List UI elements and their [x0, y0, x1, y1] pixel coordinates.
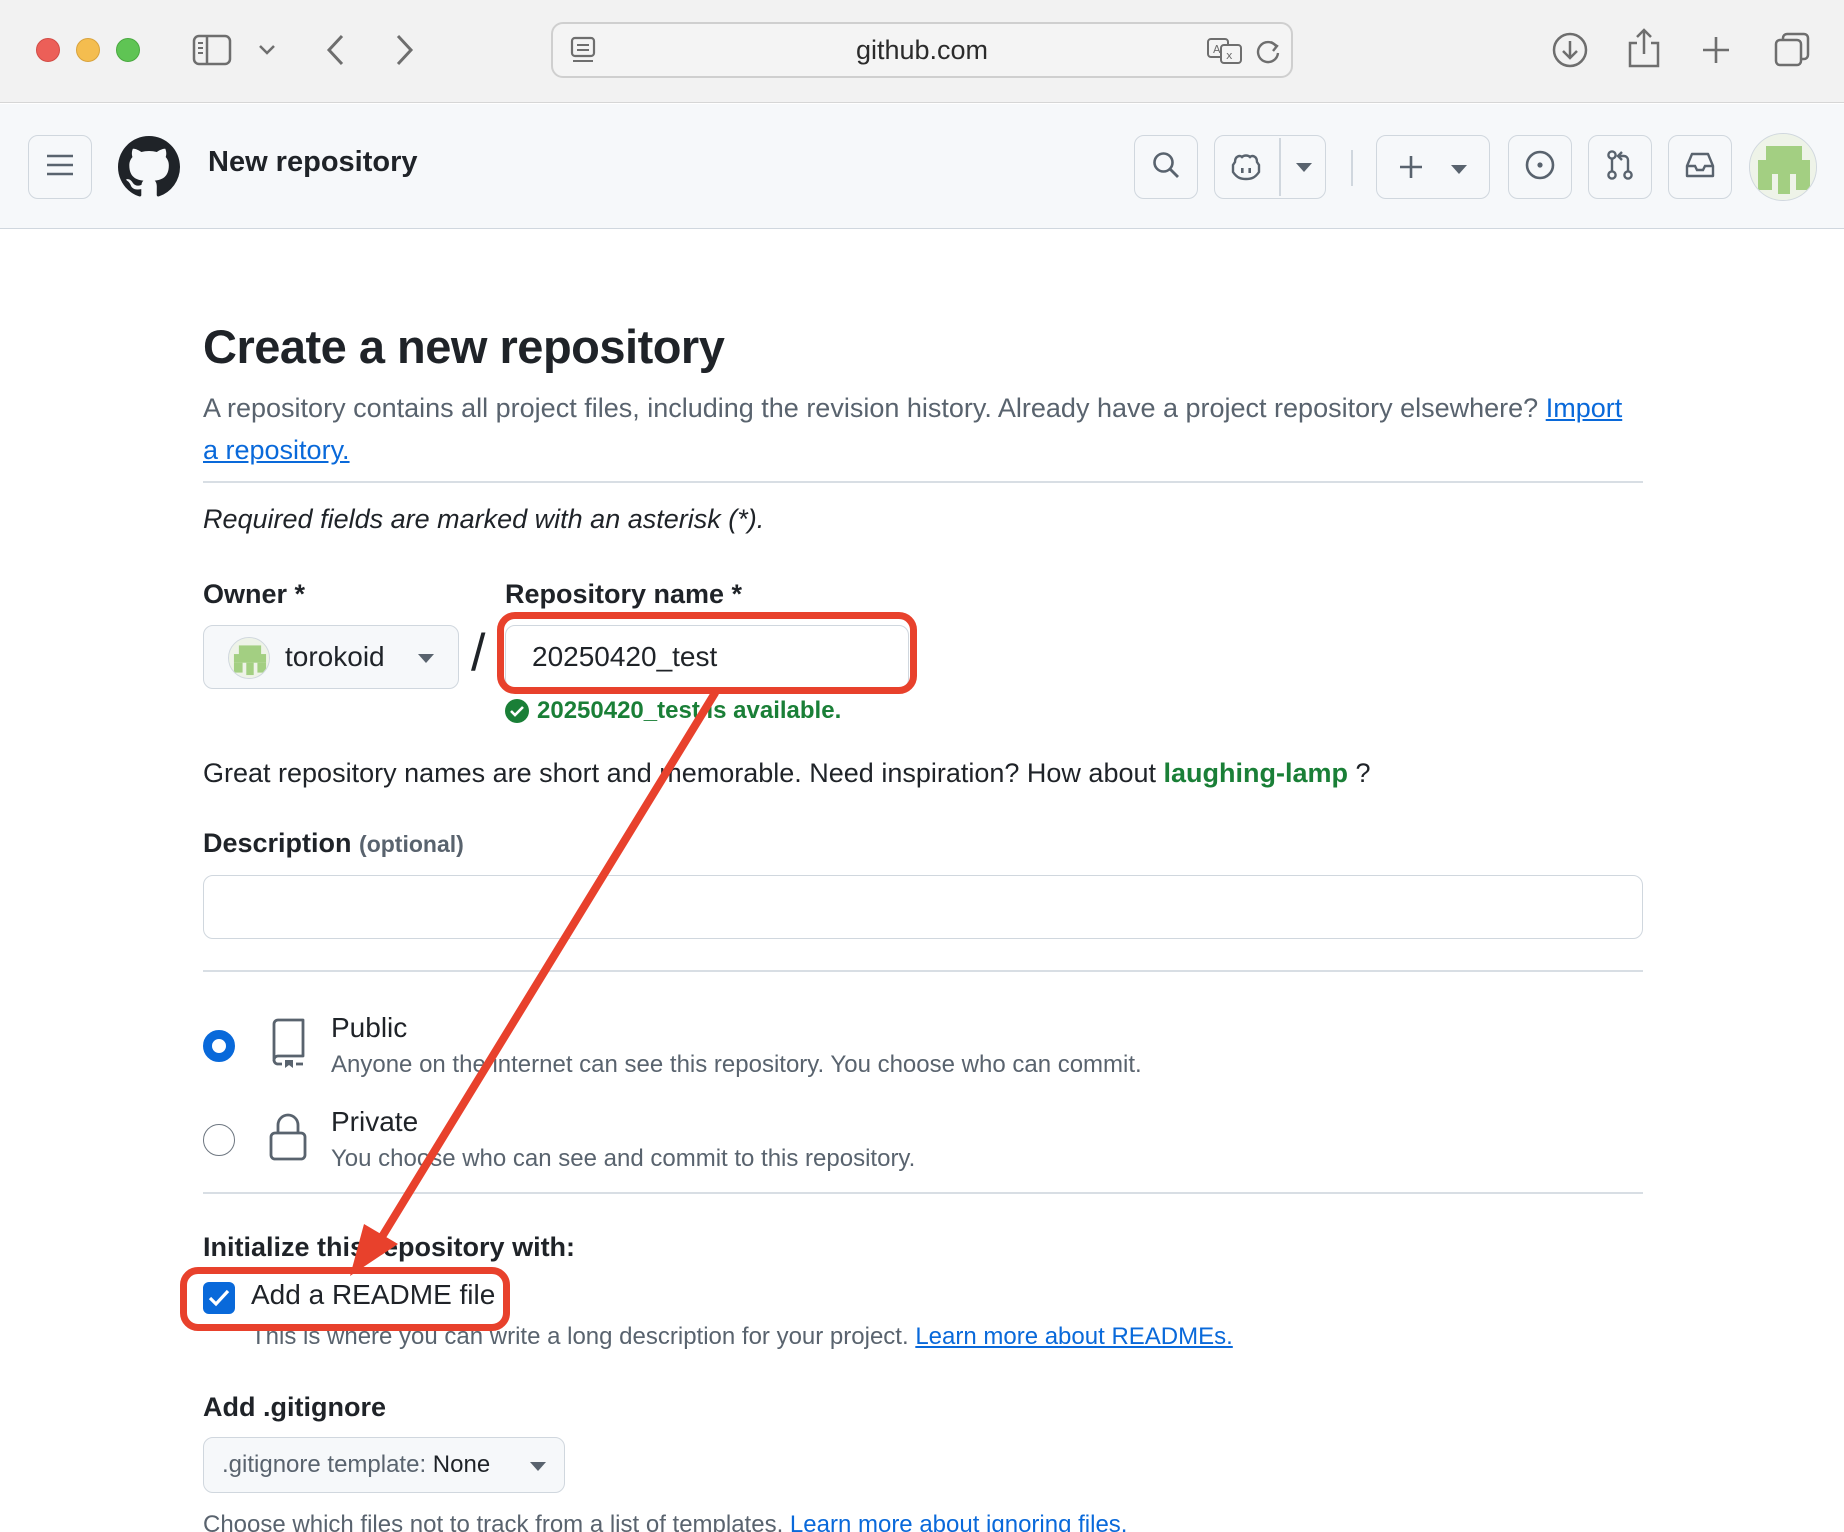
inspiration-end: ?	[1355, 758, 1371, 788]
initialize-label: Initialize this repository with:	[203, 1232, 576, 1262]
annotation-highlight-repo-name	[497, 612, 917, 694]
downloads-icon[interactable]	[1548, 28, 1592, 72]
header-divider	[1351, 150, 1353, 186]
svg-text:x: x	[1226, 49, 1233, 62]
reload-icon[interactable]	[1251, 34, 1285, 68]
close-window-button[interactable]	[36, 38, 60, 62]
issues-button[interactable]	[1508, 135, 1572, 199]
learn-ignoring-files-link[interactable]: Learn more about ignoring files.	[790, 1511, 1128, 1532]
address-bar[interactable]: github.com Ax	[551, 22, 1293, 78]
share-icon[interactable]	[1622, 24, 1666, 72]
owner-dropdown[interactable]: torokoid	[203, 625, 459, 689]
gitignore-template-dropdown[interactable]: .gitignore template: None	[203, 1437, 565, 1493]
inspiration-text: Great repository names are short and mem…	[203, 758, 1156, 788]
forward-arrow-icon[interactable]	[390, 30, 420, 70]
owner-avatar	[228, 637, 270, 679]
gitignore-prefix: .gitignore template:	[222, 1451, 427, 1478]
inbox-button[interactable]	[1668, 135, 1732, 199]
menu-button[interactable]	[28, 135, 92, 199]
lead-text: A repository contains all project files,…	[203, 393, 1539, 423]
public-title: Public	[331, 1012, 408, 1043]
description-input[interactable]	[203, 875, 1643, 939]
gitignore-description: Choose which files not to track from a l…	[203, 1511, 1127, 1532]
new-tab-icon[interactable]	[1696, 30, 1736, 70]
required-fields-note: Required fields are marked with an aster…	[203, 504, 765, 534]
description-label: Description (optional)	[203, 828, 464, 859]
browser-toolbar: github.com Ax	[0, 0, 1844, 103]
visibility-public-radio[interactable]	[203, 1030, 235, 1062]
plus-icon	[1397, 153, 1425, 186]
copilot-icon	[1229, 152, 1263, 187]
section-divider	[203, 481, 1643, 483]
private-title: Private	[331, 1106, 419, 1137]
availability-message: 20250420_test is available.	[505, 697, 841, 725]
section-divider	[203, 1192, 1643, 1194]
owner-label: Owner *	[203, 579, 306, 609]
issue-opened-icon	[1524, 149, 1556, 186]
repository-name-label: Repository name *	[505, 579, 743, 609]
svg-text:A: A	[1213, 43, 1221, 56]
gitignore-value: None	[432, 1451, 491, 1478]
repo-icon	[268, 1018, 308, 1075]
page-context-title: New repository	[208, 146, 418, 178]
name-inspiration: Great repository names are short and mem…	[203, 758, 1371, 789]
owner-name: torokoid	[285, 641, 385, 672]
inbox-icon	[1683, 150, 1717, 185]
back-arrow-icon[interactable]	[320, 30, 350, 70]
url-text[interactable]: github.com	[553, 24, 1291, 76]
github-header: New repository	[0, 104, 1844, 229]
copilot-split-divider	[1279, 138, 1281, 196]
gitignore-label: Add .gitignore	[203, 1392, 386, 1422]
lead-paragraph: A repository contains all project files,…	[203, 387, 1643, 471]
tab-overview-icon[interactable]	[1770, 28, 1814, 72]
gitignore-description-text: Choose which files not to track from a l…	[203, 1511, 784, 1532]
caret-down-icon	[1451, 165, 1467, 174]
description-label-text: Description	[203, 828, 352, 858]
owner-repo-separator: /	[471, 624, 486, 682]
copilot-dropdown-caret-icon[interactable]	[1296, 163, 1312, 172]
zoom-window-button[interactable]	[116, 38, 140, 62]
availability-text: 20250420_test is available.	[537, 697, 842, 724]
caret-down-icon	[530, 1462, 546, 1471]
public-description: Anyone on the internet can see this repo…	[331, 1051, 1142, 1078]
minimize-window-button[interactable]	[76, 38, 100, 62]
chevron-down-icon[interactable]	[256, 36, 278, 64]
lock-icon	[268, 1112, 308, 1167]
caret-down-icon	[418, 654, 434, 663]
pull-requests-button[interactable]	[1588, 135, 1652, 199]
translate-icon[interactable]: Ax	[1205, 34, 1245, 68]
git-pull-request-icon	[1605, 149, 1635, 186]
suggested-name[interactable]: laughing-lamp	[1164, 758, 1349, 788]
gitignore-template-text: .gitignore template: None	[222, 1451, 490, 1479]
page-title: Create a new repository	[203, 320, 725, 373]
github-logo-icon[interactable]	[118, 136, 180, 198]
annotation-highlight-readme	[180, 1267, 510, 1331]
learn-readmes-link[interactable]: Learn more about READMEs.	[915, 1323, 1232, 1350]
hamburger-icon	[45, 153, 75, 182]
search-button[interactable]	[1134, 135, 1198, 199]
user-avatar[interactable]	[1749, 133, 1817, 201]
check-circle-icon	[505, 699, 529, 723]
visibility-private-radio[interactable]	[203, 1124, 235, 1156]
search-icon	[1151, 150, 1181, 185]
private-description: You choose who can see and commit to thi…	[331, 1145, 916, 1172]
optional-hint: (optional)	[359, 831, 464, 857]
create-new-button[interactable]	[1376, 135, 1490, 199]
copilot-button[interactable]	[1214, 135, 1326, 199]
sidebar-toggle-icon[interactable]	[190, 30, 234, 70]
section-divider	[203, 970, 1643, 972]
